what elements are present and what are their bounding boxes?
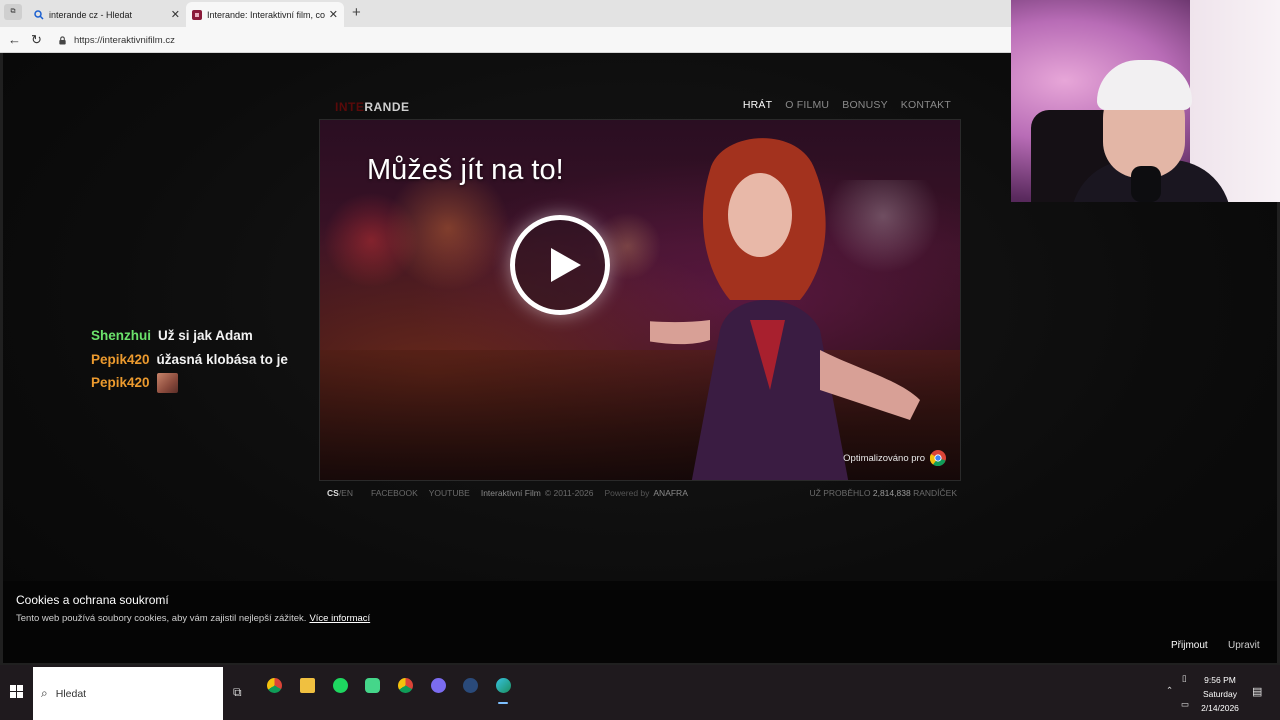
search-icon: ⌕	[41, 686, 48, 700]
discord-icon[interactable]	[425, 672, 451, 698]
nav-o-filmu[interactable]: O FILMU	[785, 99, 829, 111]
logo-part-rande: RANDE	[364, 100, 410, 114]
microphone-icon	[1131, 166, 1161, 202]
browser-tab-search[interactable]: interande cz - Hledat ✕	[28, 2, 186, 27]
taskbar-search[interactable]: ⌕ Hledat	[33, 667, 223, 720]
interande-favicon-icon	[192, 9, 202, 20]
cookie-banner: Cookies a ochrana soukromí Tento web pou…	[3, 581, 1277, 663]
webcam-overlay	[1011, 0, 1280, 202]
footer-powered: Powered by	[604, 488, 650, 498]
play-icon	[551, 248, 581, 282]
hero-video[interactable]: Můžeš jít na to! Optimalizováno pro	[319, 119, 961, 481]
chat-username: Shenzhui	[91, 328, 151, 343]
cookie-text: Tento web používá soubory cookies, aby v…	[16, 613, 307, 624]
file-explorer-icon[interactable]	[294, 672, 320, 698]
footer-film: Interaktivní Film	[480, 488, 541, 498]
footer-facebook[interactable]: FACEBOOK	[371, 488, 418, 498]
url-text: https://interaktivnifilm.cz	[74, 34, 175, 46]
taskbar-clock[interactable]: 9:56 PM Saturday 2/14/2026	[1196, 673, 1244, 715]
chat-message: Pepik420 úžasná klobása to je	[91, 348, 288, 372]
taskbar-search-placeholder: Hledat	[55, 687, 87, 700]
spotify-icon[interactable]	[327, 672, 353, 698]
battery-icon[interactable]: ▯	[1182, 673, 1187, 684]
back-icon[interactable]: ←	[8, 32, 21, 47]
logo-part-inte: INTE	[335, 100, 365, 114]
close-tab-icon[interactable]: ✕	[171, 8, 180, 21]
windows-start-icon[interactable]	[10, 685, 23, 698]
hero-title: Můžeš jít na to!	[367, 154, 564, 186]
nav-hrat[interactable]: HRÁT	[743, 99, 772, 111]
counter-prefix: UŽ PROBĚHLO	[809, 488, 871, 498]
webcam-cap	[1097, 60, 1192, 110]
edge-icon[interactable]	[490, 672, 516, 704]
chrome-icon	[930, 450, 946, 466]
optimized-for: Optimalizováno pro	[843, 450, 946, 466]
tray-overflow-icon[interactable]: ⌃	[1166, 685, 1173, 696]
chat-message: Pepik420	[91, 371, 288, 395]
tab-title: interande cz - Hledat	[49, 9, 133, 20]
new-tab-icon[interactable]: +	[352, 4, 361, 21]
clock-day: Saturday	[1202, 689, 1238, 699]
footer-copyright: © 2011-2026	[544, 488, 594, 498]
clock-time: 9:56 PM	[1204, 675, 1236, 685]
nav-bonusy[interactable]: BONUSY	[842, 99, 888, 111]
clock-date: 2/14/2026	[1201, 703, 1239, 713]
search-favicon-icon	[34, 9, 44, 20]
url-field[interactable]: https://interaktivnifilm.cz	[52, 30, 1012, 50]
site-logo[interactable]: INTERANDE	[335, 100, 410, 114]
steam-icon[interactable]	[457, 672, 483, 698]
play-button[interactable]	[510, 215, 610, 315]
edit-button[interactable]: Upravit	[1228, 640, 1260, 651]
chat-text: úžasná klobása to je	[156, 351, 288, 367]
cookie-title: Cookies a ochrana soukromí	[16, 593, 169, 607]
chat-text: Už si jak Adam	[158, 328, 253, 343]
lock-icon	[59, 35, 66, 45]
counter-suffix: RANDÍČEK	[913, 488, 957, 498]
workspaces-icon[interactable]: ⧉	[4, 4, 22, 20]
footer-youtube[interactable]: YOUTUBE	[429, 488, 470, 498]
notifications-icon[interactable]: ▤	[1252, 685, 1262, 698]
accept-button[interactable]: Přijmout	[1171, 640, 1208, 651]
chrome-alt-icon[interactable]	[392, 672, 418, 698]
task-view-icon[interactable]: ⧉	[233, 685, 242, 700]
footer-anafra[interactable]: ANAFRA	[653, 488, 687, 498]
network-icon[interactable]: ▭	[1181, 699, 1189, 710]
chrome-taskbar-icon[interactable]	[261, 672, 287, 698]
lang-en[interactable]: /EN	[339, 488, 353, 498]
cookie-text-row: Tento web používá soubory cookies, aby v…	[16, 613, 370, 624]
optimized-text: Optimalizováno pro	[843, 452, 925, 464]
lang-cs[interactable]: CS	[327, 488, 339, 498]
stream-chat: Shenzhui Už si jak Adam Pepik420 úžasná …	[91, 324, 288, 395]
footer-counter: UŽ PROBĚHLO 2,814,838 RANDÍČEK	[810, 488, 957, 498]
nav-kontakt[interactable]: KONTAKT	[901, 99, 951, 111]
chat-message: Shenzhui Už si jak Adam	[91, 324, 288, 348]
taskbar: ⌕ Hledat ⧉ ⌃ ▯ ▭ 9:56 PM Saturday 2/14/2…	[0, 665, 1280, 720]
counter-value: 2,814,838	[872, 488, 911, 498]
more-info-link[interactable]: Více informací	[309, 613, 370, 624]
browser-tab-interande[interactable]: Interande: Interaktivní film, co se d ✕	[186, 2, 344, 27]
site-footer: CS /EN FACEBOOK YOUTUBE Interaktivní Fil…	[327, 488, 957, 498]
emote-icon	[156, 372, 178, 393]
reload-icon[interactable]: ↻	[31, 32, 42, 48]
actress-image	[650, 138, 920, 480]
chat-username: Pepik420	[91, 351, 150, 367]
tab-title: Interande: Interaktivní film, co se d	[207, 9, 325, 20]
streaming-app-icon[interactable]	[359, 672, 385, 698]
chat-username: Pepik420	[91, 375, 150, 390]
top-navigation: HRÁT O FILMU BONUSY KONTAKT	[743, 99, 951, 111]
close-tab-icon[interactable]: ✕	[329, 8, 338, 21]
